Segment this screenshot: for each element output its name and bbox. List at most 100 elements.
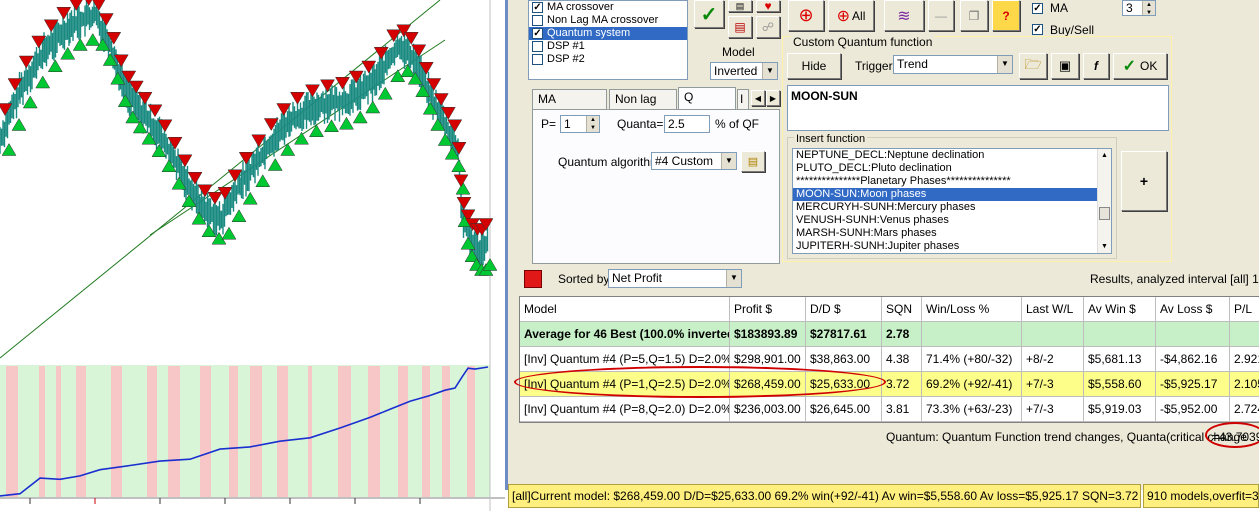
quanta-value: 2.5 (668, 117, 685, 131)
minus-button[interactable]: — (928, 0, 954, 31)
price-chart-panel[interactable] (0, 0, 505, 511)
export-button[interactable]: ▤ (728, 16, 752, 38)
price-chart[interactable] (0, 0, 505, 511)
custom-fn-title: Custom Quantum function (791, 35, 935, 49)
quantum-algorithm-select[interactable]: #4 Custom ▼ (651, 152, 737, 170)
model-list-item[interactable]: ✓ Quantum system (529, 27, 687, 40)
target-icon: ⊕ (836, 7, 851, 25)
ma-checkbox[interactable]: ✓ (1032, 3, 1043, 14)
trigger-label: Trigger (855, 59, 893, 73)
quanta-label: Quanta= (617, 117, 664, 131)
function-list-item[interactable]: MOON-SUN:Moon phases (793, 188, 1099, 201)
grid-cell: -$5,952.00 (1156, 397, 1230, 422)
ok-button[interactable]: ✓ OK (1113, 53, 1167, 79)
quanta-input[interactable]: 2.5 (664, 115, 710, 133)
buysell-label: Buy/Sell (1050, 23, 1095, 37)
insert-plus-button[interactable]: + (1121, 151, 1167, 211)
ma-value: 3 (1126, 1, 1133, 15)
function-list-item[interactable]: VENUSH-SUNH:Venus phases (793, 214, 1099, 227)
model-list-item-label: MA crossover (547, 1, 614, 13)
apply-check-button[interactable]: ✓ (694, 0, 724, 28)
function-list-item[interactable]: ***************Planetary Phases*********… (793, 175, 1099, 188)
grid-header-row[interactable]: Model Profit $ D/D $ SQN Win/Loss % Last W/L A… (520, 297, 1259, 322)
grid-cell: Win/Loss % (922, 297, 1022, 322)
model-checkbox[interactable]: ✓ (532, 1, 543, 13)
open-folder-button[interactable]: 🗁 (1019, 53, 1047, 79)
grid-cell: 2.921 (1230, 347, 1259, 372)
grid-cell: SQN (882, 297, 922, 322)
grid-cell: Model (520, 297, 730, 322)
grid-cell: +8/-2 (1022, 347, 1084, 372)
document-button[interactable]: ▤ (728, 0, 752, 12)
function-list-item[interactable]: JUPITERH-SUNH:Jupiter phases (793, 240, 1099, 253)
grid-cell: $5,681.13 (1084, 347, 1156, 372)
model-list-item[interactable]: DSP #2 (529, 53, 687, 66)
target-all-button[interactable]: ⊕ All (828, 0, 874, 31)
model-checkbox[interactable] (532, 14, 543, 26)
buysell-checkbox[interactable]: ✓ (1032, 24, 1043, 35)
ma-stepper[interactable]: 3 ▲ ▼ (1122, 0, 1156, 16)
grid-cell: $38,863.00 (806, 347, 882, 372)
p-stepper[interactable]: 1 ▲ ▼ (560, 115, 600, 133)
scroll-up-icon[interactable]: ▲ (1098, 149, 1111, 162)
table-row[interactable]: [Inv] Quantum #4 (P=8,Q=2.0) D=2.0% $236,… (520, 397, 1259, 422)
tab-ma-crossover[interactable]: MA crossover (532, 89, 607, 124)
help-button[interactable]: ? (992, 0, 1020, 31)
model-list-item[interactable]: Non Lag MA crossover (529, 14, 687, 27)
grid-cell: Av Win $ (1084, 297, 1156, 322)
model-checkbox[interactable] (532, 40, 543, 52)
grid-cell: P/L (1230, 297, 1259, 322)
grid-cell: 71.4% (+80/-32) (922, 347, 1022, 372)
model-checkbox[interactable] (532, 53, 543, 65)
status-main-text: [all]Current model: $268,459.00 D/D=$25,… (512, 489, 1139, 503)
function-button[interactable]: f (1083, 53, 1109, 79)
grid-cell: Average for 46 Best (100.0% inverted) (520, 322, 730, 347)
plus-label: + (1139, 173, 1149, 189)
tab-q-system[interactable]: Q System (678, 87, 736, 122)
function-list[interactable]: NEPTUNE_DECL:Neptune declination PLUTO_DE… (792, 148, 1112, 254)
model-list[interactable]: ✓ MA crossover Non Lag MA crossover ✓ Quantu… (528, 0, 688, 80)
edit-algorithm-button[interactable]: ▤ (741, 151, 765, 172)
grid-cell (1022, 322, 1084, 347)
copy-button[interactable]: ❐ (960, 0, 988, 31)
model-list-item[interactable]: DSP #1 (529, 40, 687, 53)
function-list-item[interactable]: PLUTO_DECL:Pluto declination (793, 162, 1099, 175)
grid-cell: 3.81 (882, 397, 922, 422)
model-list-item-label: DSP #1 (547, 40, 585, 52)
formula-editor[interactable]: MOON-SUN (787, 85, 1169, 131)
heart-button[interactable]: ♥ (756, 0, 780, 13)
status-right-text: 910 models,overfit=30 (1147, 489, 1259, 503)
trigger-select[interactable]: Trend ▼ (893, 55, 1013, 74)
trigger-value: Trend (897, 57, 928, 71)
tab-scroll-left-button[interactable]: ◀ (751, 90, 765, 106)
grid-cell (1230, 322, 1259, 347)
scroll-thumb[interactable] (1099, 207, 1110, 220)
sort-select[interactable]: Net Profit ▼ (608, 269, 742, 288)
satellite-button[interactable]: ☍ (756, 16, 780, 38)
spin-arrows-icon: ▲ ▼ (586, 116, 599, 132)
hide-button[interactable]: Hide (787, 53, 841, 79)
function-list-item[interactable]: MERCURYH-SUNH:Mercury phases (793, 201, 1099, 214)
function-list-item[interactable]: NEPTUNE_DECL:Neptune declination (793, 149, 1099, 162)
target-button[interactable]: ⊕ (788, 0, 824, 31)
grid-average-row[interactable]: Average for 46 Best (100.0% inverted) $18… (520, 322, 1259, 347)
results-grid[interactable]: Model Profit $ D/D $ SQN Win/Loss % Last W/L A… (519, 296, 1259, 423)
tab-non-lag-ma[interactable]: Non lag MA (609, 89, 677, 124)
save-button[interactable]: ▣ (1051, 53, 1079, 79)
model-list-item-label: Non Lag MA crossover (547, 14, 659, 26)
tab-more[interactable]: I (737, 89, 749, 109)
scroll-down-icon[interactable]: ▼ (1098, 240, 1111, 253)
chart-compare-button[interactable]: ≋ (884, 0, 924, 31)
model-checkbox[interactable]: ✓ (532, 27, 543, 39)
grid-cell: 2.78 (882, 322, 922, 347)
chevron-down-icon: ▼ (721, 153, 736, 169)
custom-quantum-function-group: Custom Quantum function Hide Trigger Tre… (782, 35, 1172, 262)
model-list-item[interactable]: ✓ MA crossover (529, 1, 687, 14)
grid-cell: $183893.89 (730, 322, 806, 347)
grid-cell: 2.724 (1230, 397, 1259, 422)
function-list-item[interactable]: MARSH-SUNH:Mars phases (793, 227, 1099, 240)
tab-scroll-right-button[interactable]: ▶ (766, 90, 780, 106)
grid-cell: Last W/L (1022, 297, 1084, 322)
model-select[interactable]: Inverted ▼ (710, 62, 778, 80)
function-list-scrollbar[interactable]: ▲ ▼ (1097, 149, 1111, 253)
